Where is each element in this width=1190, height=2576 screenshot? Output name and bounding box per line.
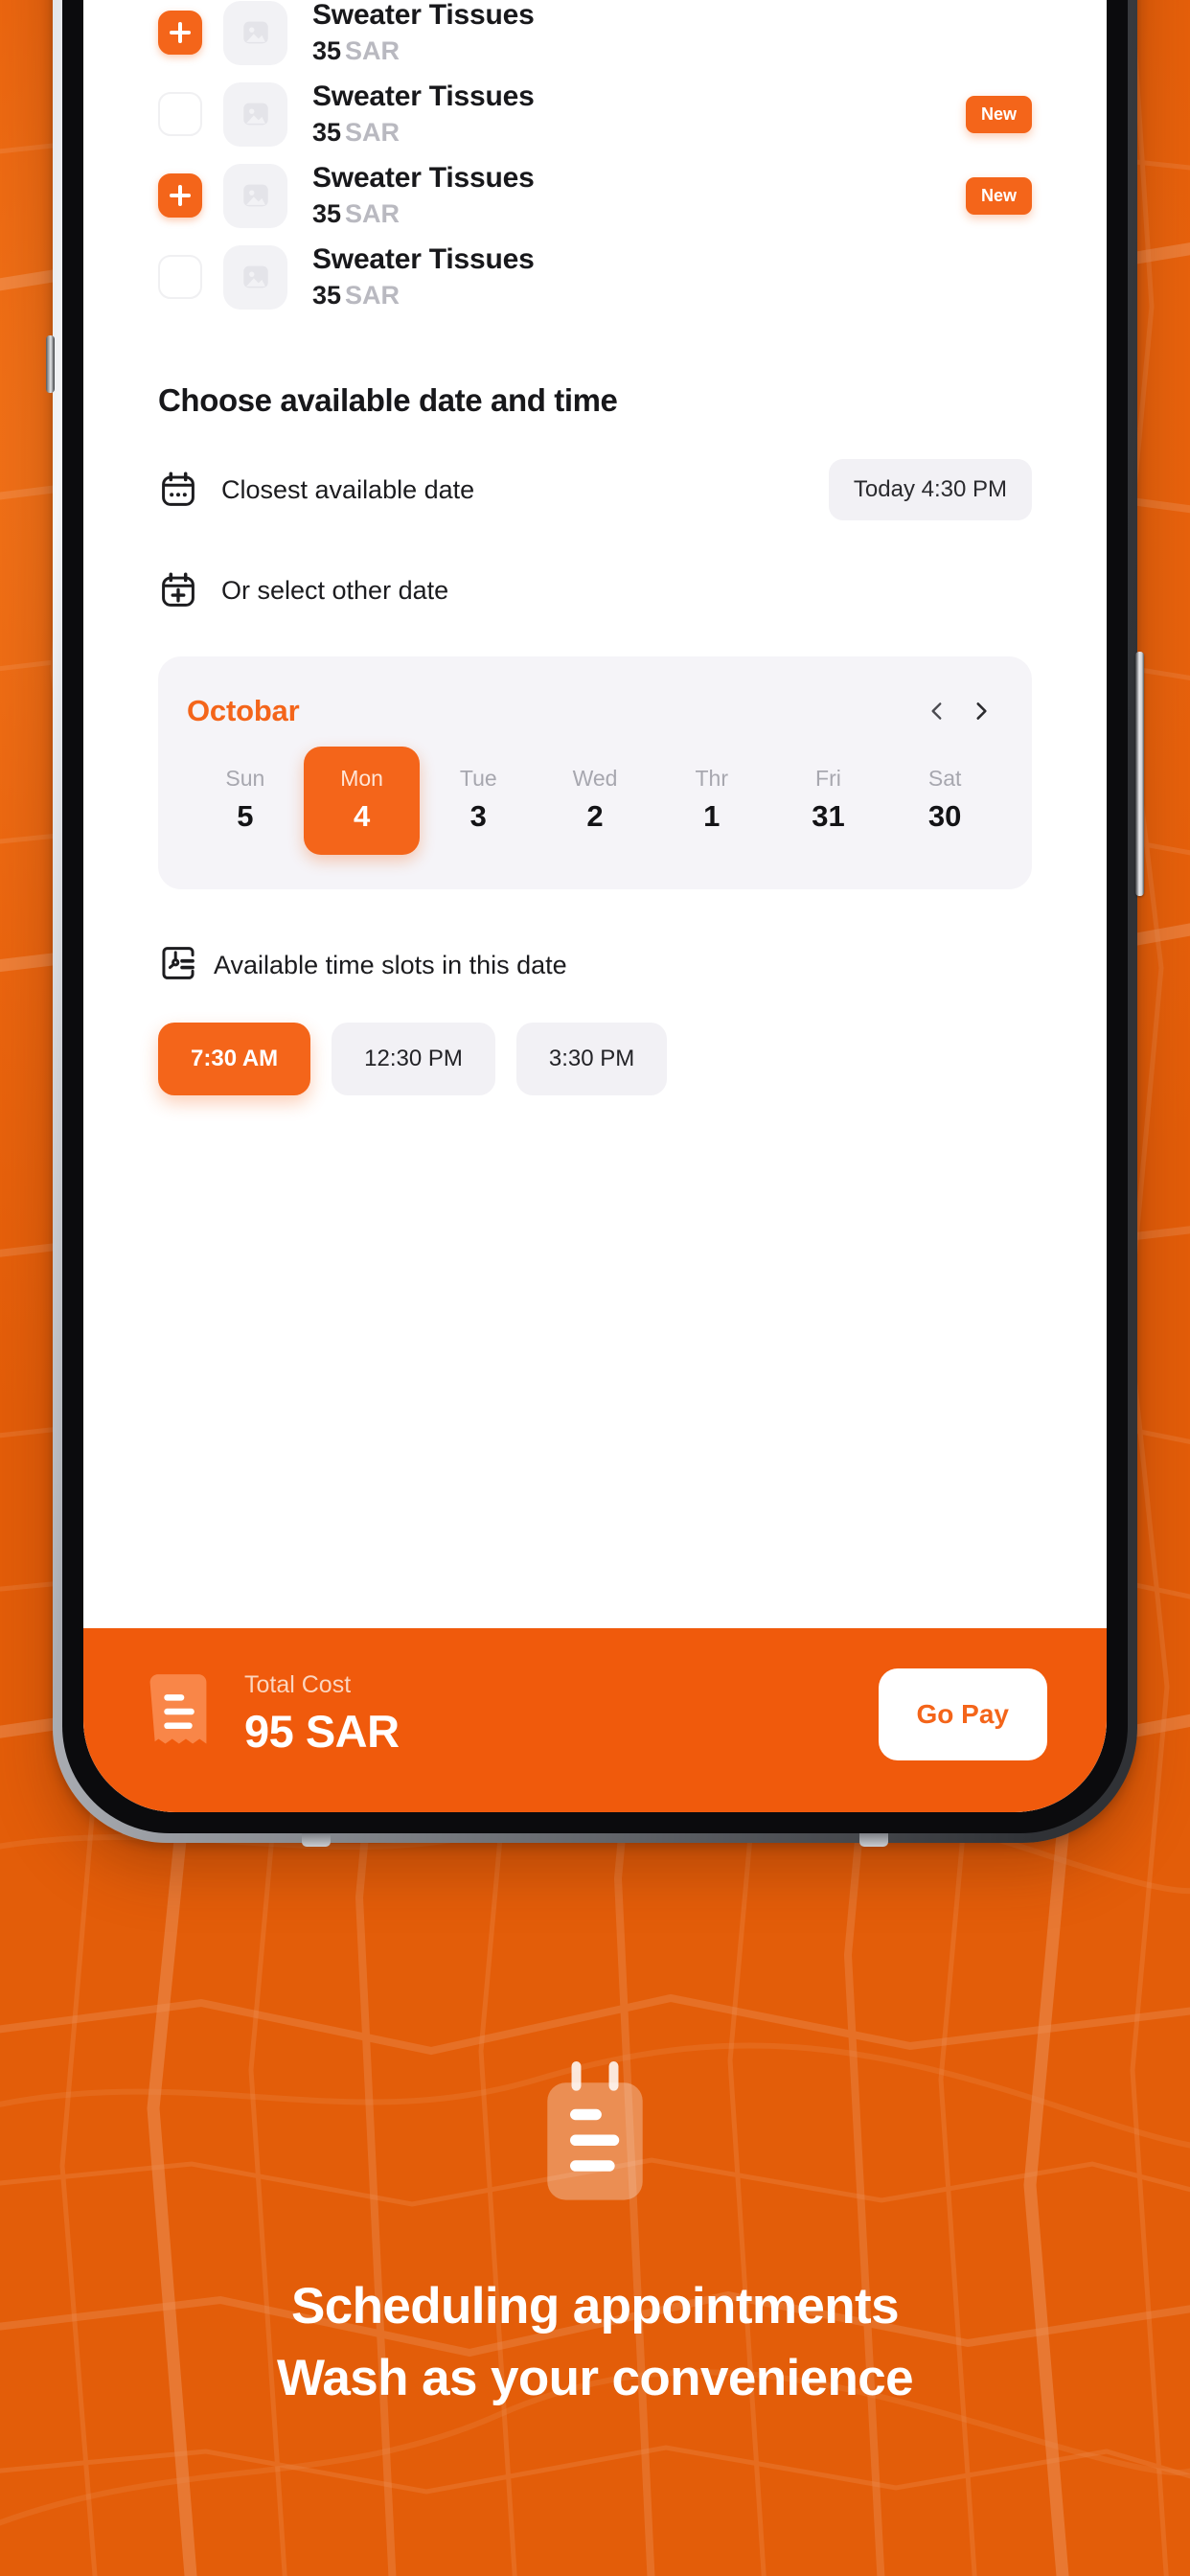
receipt-icon	[143, 1672, 214, 1758]
phone-bezel: Sweater Tissues 35 SAR Sweater Tissues 3…	[62, 0, 1128, 1833]
image-placeholder-icon	[242, 103, 268, 126]
phone-foot-right	[859, 1833, 888, 1847]
time-slot[interactable]: 3:30 PM	[515, 1023, 668, 1095]
phone-foot-left	[302, 1833, 331, 1847]
product-thumbnail	[223, 163, 287, 228]
closest-date-value[interactable]: Today 4:30 PM	[828, 459, 1032, 520]
closest-date-row[interactable]: Closest available date Today 4:30 PM	[158, 459, 1032, 520]
calendar-daynum: 4	[353, 799, 371, 833]
calendar-daynum: 5	[237, 799, 254, 833]
promo-headline-1: Scheduling appointments	[290, 2278, 900, 2334]
calendar-daynum: 30	[927, 799, 962, 833]
other-date-label: Or select other date	[221, 575, 449, 605]
total-cost-amount: 95 SAR	[244, 1706, 400, 1757]
product-info: Sweater Tissues 35 SAR	[312, 80, 966, 148]
product-name: Sweater Tissues	[312, 243, 535, 276]
product-price: 35 SAR	[312, 198, 400, 228]
other-date-row[interactable]: Or select other date	[158, 561, 1032, 620]
chevron-right-icon[interactable]	[959, 689, 1003, 733]
image-placeholder-icon	[242, 265, 268, 288]
calendar-weekday: Wed	[572, 766, 618, 791]
go-pay-button[interactable]: Go Pay	[878, 1668, 1047, 1760]
image-placeholder-icon	[242, 184, 268, 207]
closest-date-label: Closest available date	[221, 474, 475, 504]
table-row[interactable]: Sweater Tissues 35 SAR New	[158, 155, 1032, 236]
calendar-daynum: 1	[703, 799, 721, 833]
calendar-weekday: Mon	[340, 766, 383, 791]
time-slot-list: 7:30 AM 12:30 PM 3:30 PM	[158, 1023, 1032, 1095]
phone-screen: Sweater Tissues 35 SAR Sweater Tissues 3…	[83, 0, 1107, 1812]
volume-button[interactable]	[46, 335, 55, 393]
calendar-day[interactable]: Sat 30	[886, 747, 1003, 855]
calendar-day[interactable]: Sun 5	[187, 747, 304, 855]
product-price: 35 SAR	[312, 117, 400, 147]
calendar-weekday: Thr	[695, 766, 728, 791]
promo-section: Scheduling appointments Wash as your con…	[0, 2060, 1190, 2408]
calendar-daynum: 2	[586, 799, 604, 833]
table-row[interactable]: Sweater Tissues 35 SAR New	[158, 74, 1032, 154]
time-slots-header: Available time slots in this date	[158, 943, 1032, 988]
time-slot-selected[interactable]: 7:30 AM	[158, 1023, 311, 1095]
product-price: 35 SAR	[312, 280, 400, 310]
product-thumbnail	[223, 81, 287, 147]
product-name: Sweater Tissues	[312, 162, 535, 195]
calendar-day[interactable]: Tue 3	[420, 747, 537, 855]
receipt-glyph	[149, 1673, 207, 1744]
product-thumbnail	[223, 244, 287, 310]
product-info: Sweater Tissues 35 SAR	[312, 243, 1032, 310]
calendar-day[interactable]: Fri 31	[770, 747, 887, 855]
status-badge: New	[965, 95, 1032, 133]
page-title: Choose available date and time	[158, 382, 618, 418]
calendar-day[interactable]: Wed 2	[537, 747, 653, 855]
calendar-header: Octobar	[187, 689, 1003, 733]
phone-mockup: Sweater Tissues 35 SAR Sweater Tissues 3…	[46, 0, 1144, 1847]
table-row[interactable]: Sweater Tissues 35 SAR	[158, 0, 1032, 73]
add-product-button[interactable]	[158, 11, 202, 55]
calendar-month-label: Octobar	[187, 694, 300, 727]
time-slot[interactable]: 12:30 PM	[332, 1023, 495, 1095]
calendar-daynum: 3	[469, 799, 487, 833]
time-slots-label: Available time slots in this date	[214, 951, 567, 979]
calendar-day[interactable]: Thr 1	[653, 747, 770, 855]
product-info: Sweater Tissues 35 SAR	[312, 0, 1032, 66]
calendar-day-strip: Sun 5 Mon 4 Tue 3 Wed 2 Thr 1 Fri 31 Sat…	[187, 747, 1003, 855]
promo-headline-2: Wash as your convenience	[276, 2349, 914, 2406]
calendar-day-selected[interactable]: Mon 4	[303, 747, 421, 855]
select-product-checkbox[interactable]	[158, 92, 202, 136]
calendar-weekday: Sat	[927, 766, 962, 791]
clock-list-icon	[158, 943, 198, 988]
status-badge: New	[965, 176, 1032, 215]
image-placeholder-icon	[242, 21, 268, 44]
table-row[interactable]: Sweater Tissues 35 SAR	[158, 237, 1032, 317]
app-viewport: Sweater Tissues 35 SAR Sweater Tissues 3…	[83, 0, 1107, 1812]
calendar-widget[interactable]: Octobar Sun 5 Mon 4 Tue 3 Wed 2 Thr 1 Fr…	[158, 656, 1032, 889]
product-name: Sweater Tissues	[312, 80, 535, 113]
receipt-icon	[533, 2060, 657, 2223]
total-cost-text: Total Cost 95 SAR	[244, 1671, 879, 1758]
receipt-glyph-large	[547, 2061, 643, 2200]
product-list: Sweater Tissues 35 SAR Sweater Tissues 3…	[158, 0, 1032, 317]
product-thumbnail	[223, 0, 287, 65]
power-button[interactable]	[1135, 652, 1144, 896]
product-name: Sweater Tissues	[312, 0, 535, 32]
total-cost-label: Total Cost	[244, 1671, 352, 1698]
select-product-checkbox[interactable]	[158, 255, 202, 299]
calendar-plus-icon	[158, 570, 206, 610]
total-cost-bar: Total Cost 95 SAR Go Pay	[83, 1628, 1107, 1812]
calendar-dots-icon	[158, 470, 206, 510]
scrollable-content[interactable]: Sweater Tissues 35 SAR Sweater Tissues 3…	[83, 0, 1107, 1628]
chevron-left-icon[interactable]	[915, 689, 959, 733]
product-price: 35 SAR	[312, 35, 400, 65]
product-info: Sweater Tissues 35 SAR	[312, 162, 966, 229]
calendar-weekday: Tue	[459, 766, 497, 791]
add-product-button[interactable]	[158, 173, 202, 218]
calendar-weekday: Fri	[815, 766, 841, 791]
calendar-weekday: Sun	[225, 766, 265, 791]
calendar-daynum: 31	[812, 799, 845, 833]
